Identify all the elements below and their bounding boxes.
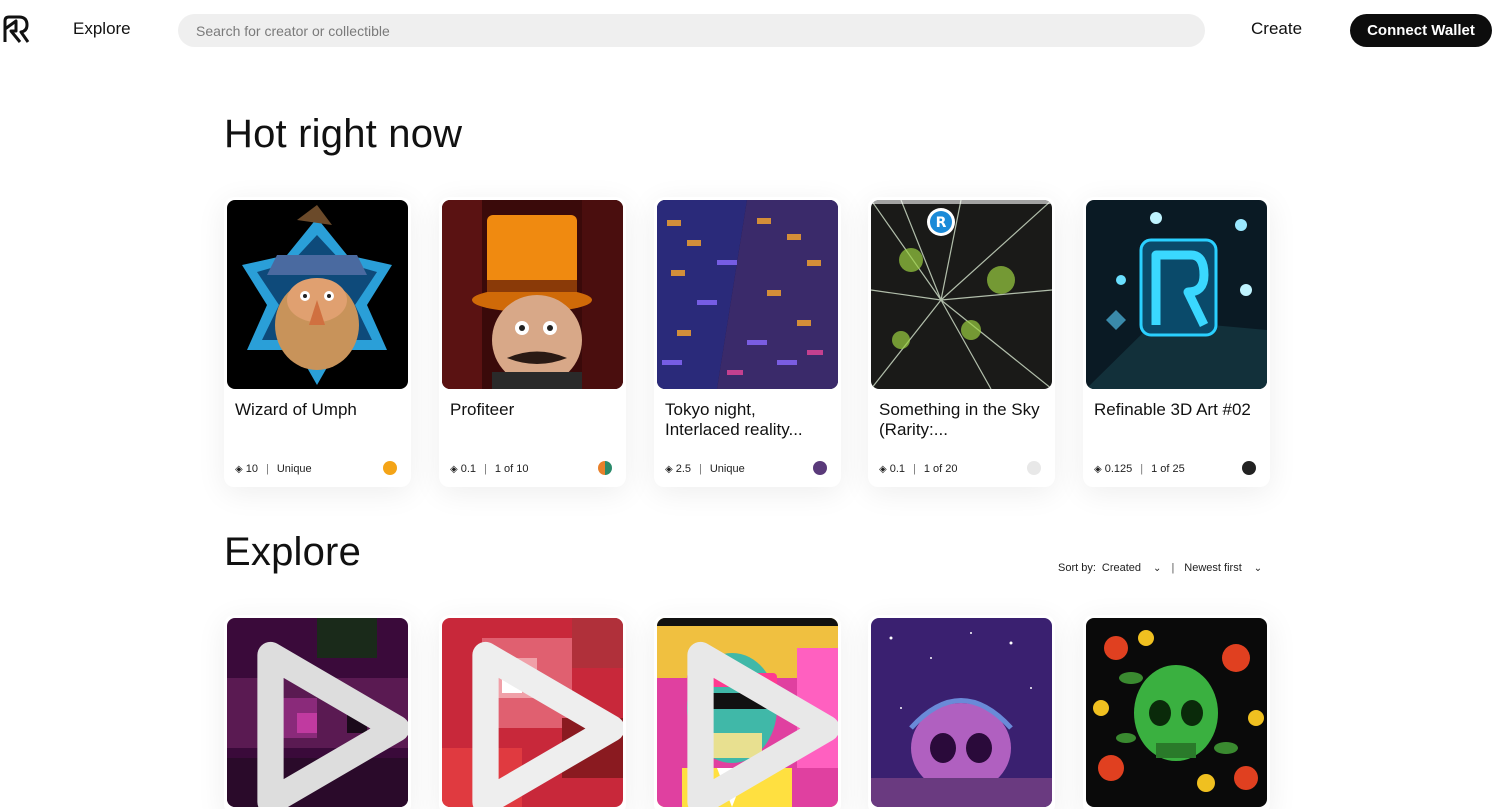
card-edition: 1 of 20	[923, 463, 958, 475]
ethereum-diamond-icon: ◈	[1094, 463, 1102, 475]
explore-card-4[interactable]	[868, 615, 1055, 809]
owner-avatar[interactable]	[813, 461, 827, 475]
card-edition: 1 of 25	[1151, 463, 1185, 475]
owner-avatar[interactable]	[383, 461, 397, 475]
card-price: 0.125	[1104, 463, 1133, 475]
connect-wallet-button[interactable]: Connect Wallet	[1350, 14, 1492, 47]
artwork-image	[227, 618, 408, 807]
sort-order-select[interactable]: Newest first	[1184, 562, 1241, 574]
card-price: 0.1	[460, 463, 476, 475]
hot-card-4[interactable]: R Something in the Sky (Rarity:... ◈ 0.1…	[868, 197, 1055, 487]
card-title: Something in the Sky (Rarity:...	[879, 400, 1040, 439]
artwork-image: R	[871, 200, 1052, 389]
nav-explore-link[interactable]: Explore	[73, 19, 131, 39]
ethereum-diamond-icon: ◈	[879, 463, 887, 475]
hot-card-5[interactable]: Refinable 3D Art #02 ◈ 0.125 | 1 of 25	[1083, 197, 1270, 487]
card-meta: ◈ 10 | Unique	[235, 463, 312, 475]
explore-card-2[interactable]	[439, 615, 626, 809]
card-meta: ◈ 2.5 | Unique	[665, 463, 745, 475]
explore-section-title: Explore	[224, 530, 362, 574]
artwork-image	[1086, 618, 1267, 807]
owner-avatar[interactable]	[598, 461, 612, 475]
chevron-down-icon[interactable]: ⌄	[1254, 563, 1262, 574]
meta-separator: |	[699, 463, 702, 475]
explore-card-1[interactable]	[224, 615, 411, 809]
sort-label: Sort by:	[1058, 562, 1096, 574]
card-edition: Unique	[276, 463, 312, 475]
card-meta: ◈ 0.1 | 1 of 20	[879, 463, 958, 475]
owner-avatar[interactable]	[1027, 461, 1041, 475]
explore-card-3[interactable]	[654, 615, 841, 809]
hot-card-2[interactable]: Profiteer ◈ 0.1 | 1 of 10	[439, 197, 626, 487]
meta-separator: |	[1140, 463, 1144, 475]
card-meta: ◈ 0.1 | 1 of 10	[450, 463, 529, 475]
artwork-image	[1086, 200, 1267, 389]
hot-section-title: Hot right now	[224, 112, 463, 156]
card-edition: 1 of 10	[494, 463, 529, 475]
ethereum-diamond-icon: ◈	[665, 463, 673, 475]
card-title: Refinable 3D Art #02	[1094, 400, 1251, 419]
card-meta: ◈ 0.125 | 1 of 25	[1094, 463, 1185, 475]
nav-create-link[interactable]: Create	[1251, 19, 1302, 39]
hot-card-3[interactable]: Tokyo night, Interlaced reality... ◈ 2.5…	[654, 197, 841, 487]
play-icon[interactable]	[243, 634, 408, 807]
card-price: 2.5	[675, 463, 691, 475]
top-nav: Explore Create Connect Wallet	[0, 0, 1500, 62]
card-edition: Unique	[709, 463, 745, 475]
play-icon[interactable]	[673, 634, 838, 807]
card-title: Wizard of Umph	[235, 400, 357, 419]
hot-card-1[interactable]: Wizard of Umph ◈ 10 | Unique	[224, 197, 411, 487]
card-title: Tokyo night, Interlaced reality...	[665, 400, 803, 439]
sort-divider: |	[1171, 562, 1175, 574]
meta-separator: |	[265, 463, 269, 475]
svg-text:R: R	[936, 215, 947, 231]
artwork-image	[871, 618, 1052, 807]
card-title: Profiteer	[450, 400, 515, 419]
artwork-image	[442, 618, 623, 807]
refinable-logo-icon[interactable]	[2, 15, 30, 45]
sort-field-select[interactable]: Created	[1102, 562, 1141, 574]
ethereum-diamond-icon: ◈	[235, 463, 243, 475]
owner-avatar[interactable]	[1242, 461, 1256, 475]
card-price: 10	[245, 463, 258, 475]
play-icon[interactable]	[458, 634, 623, 807]
artwork-image	[227, 200, 408, 389]
explore-card-5[interactable]	[1083, 615, 1270, 809]
card-price: 0.1	[889, 463, 905, 475]
artwork-image	[657, 618, 838, 807]
search-input[interactable]	[178, 14, 1205, 47]
artwork-image	[657, 200, 838, 389]
chevron-down-icon[interactable]: ⌄	[1153, 563, 1161, 574]
ethereum-diamond-icon: ◈	[450, 463, 458, 475]
artwork-image	[442, 200, 623, 389]
meta-separator: |	[913, 463, 916, 475]
meta-separator: |	[484, 463, 487, 475]
sort-controls: Sort by: Created ⌄ | Newest first ⌄	[1058, 562, 1272, 574]
